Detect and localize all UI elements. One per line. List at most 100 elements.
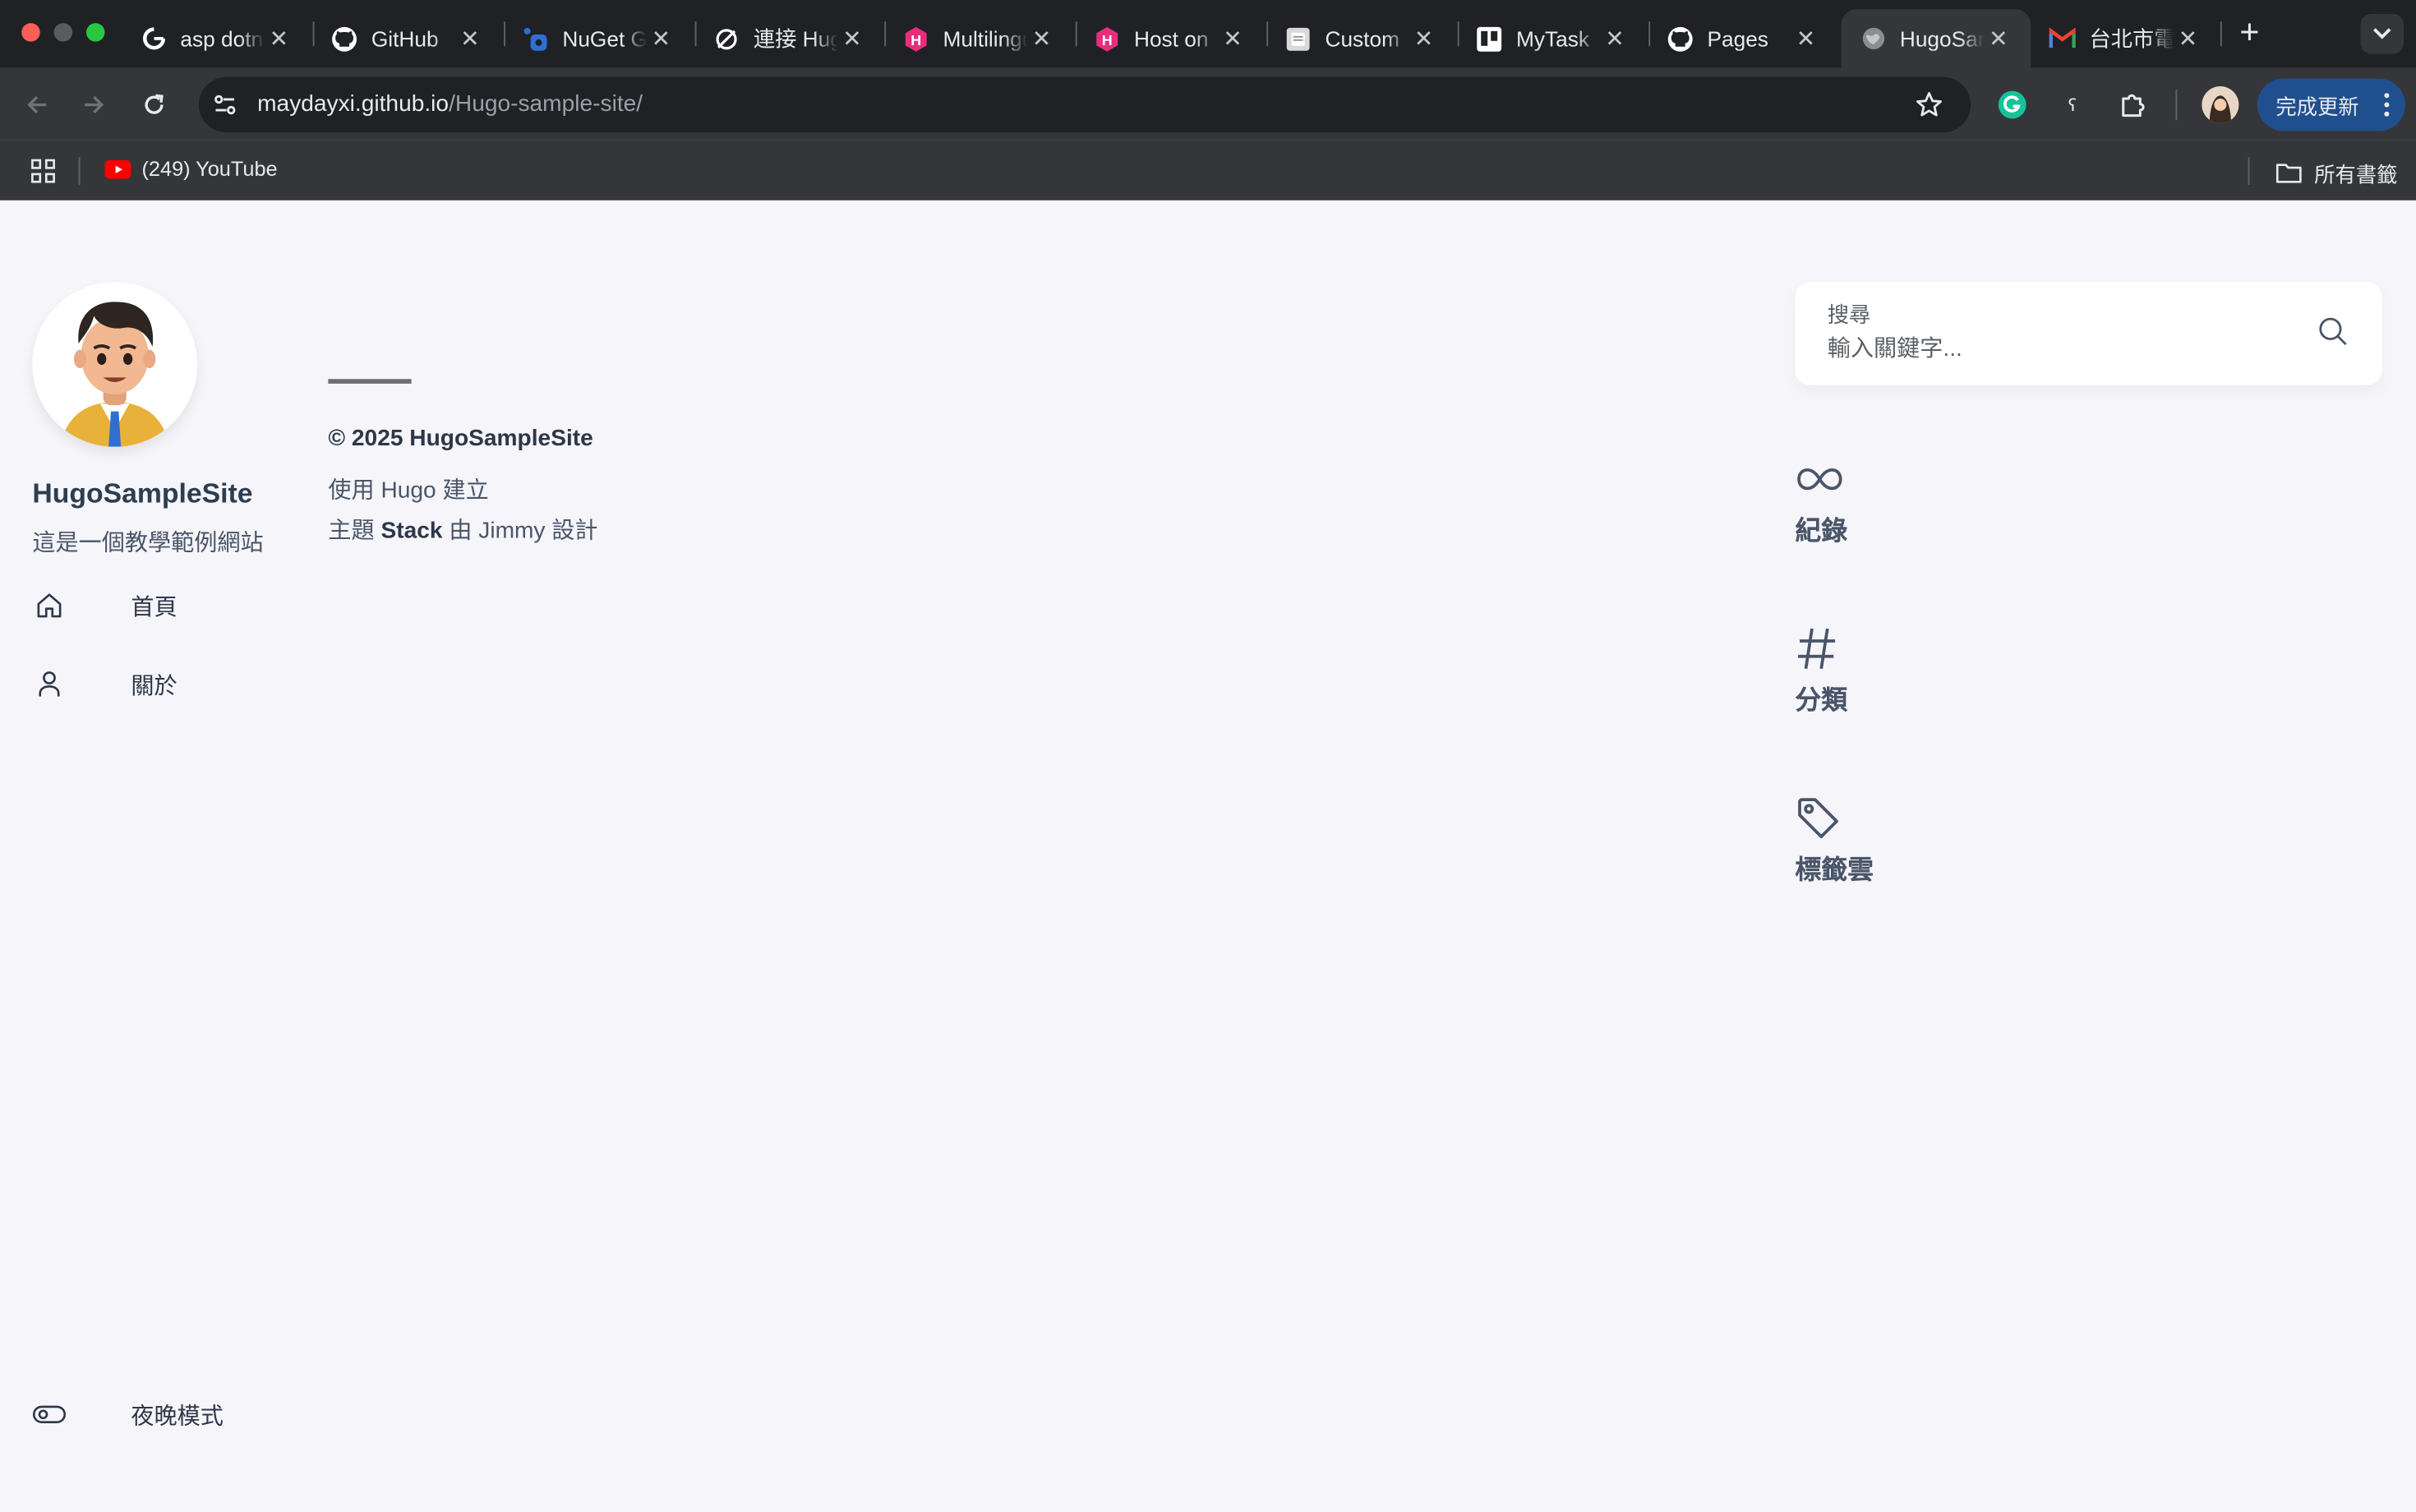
site-title[interactable]: HugoSampleSite	[32, 477, 252, 509]
trello-icon	[1476, 25, 1502, 52]
tab[interactable]: H Multilingual ✕	[884, 9, 1074, 67]
site-avatar[interactable]	[32, 282, 197, 447]
back-button[interactable]	[17, 85, 58, 125]
new-tab-button[interactable]: +	[2233, 13, 2266, 51]
footer-theme-link[interactable]: Stack	[380, 518, 442, 544]
menu-item-home[interactable]: 首頁	[32, 588, 178, 622]
tab-active[interactable]: HugoSampleSite ✕	[1841, 9, 2031, 68]
folder-icon	[2275, 162, 2302, 183]
hugo-icon: H	[903, 25, 929, 52]
close-window-button[interactable]	[21, 23, 40, 42]
minimize-window-button[interactable]	[53, 23, 73, 42]
footer-built-with: 使用 Hugo 建立	[328, 477, 489, 505]
bookmark-youtube[interactable]: (249) YouTube	[104, 157, 278, 180]
screen: asp dotnet ✕ GitHub ✕ NuGet Gallery ✕ 連接…	[0, 0, 2416, 1512]
footer-theme: 主題 Stack 由 Jimmy 設計	[328, 513, 597, 545]
tab[interactable]: GitHub ✕	[313, 9, 503, 67]
tab[interactable]: 連接 Hugo ✕	[695, 9, 885, 67]
document-icon	[1285, 25, 1312, 52]
footer-theme-prefix: 主題	[328, 518, 381, 544]
apps-grid-icon[interactable]	[31, 159, 56, 191]
close-tab-icon[interactable]: ✕	[1219, 25, 1247, 53]
arrow-right-icon	[85, 95, 104, 114]
update-button[interactable]: 完成更新	[2257, 78, 2405, 131]
search-icon[interactable]	[2316, 315, 2349, 357]
widget-archives[interactable]: 紀錄	[1795, 454, 1980, 547]
infinity-icon	[1795, 454, 1844, 504]
site-info-icon[interactable]	[213, 93, 237, 125]
dark-mode-label: 夜晚模式	[131, 1403, 224, 1430]
search-widget[interactable]: 搜尋	[1795, 282, 2382, 385]
arrow-left-icon	[27, 95, 47, 114]
close-tab-icon[interactable]: ✕	[1410, 25, 1438, 53]
tab[interactable]: H Host on ✕	[1076, 9, 1266, 67]
grammarly-extension-button[interactable]	[1992, 85, 2032, 125]
close-tab-icon[interactable]: ✕	[456, 25, 484, 53]
site-description: 這是一個教學範例網站	[32, 530, 264, 556]
bookmark-star-icon[interactable]	[1916, 91, 1943, 127]
close-tab-icon[interactable]: ✕	[648, 25, 675, 53]
google-icon	[141, 25, 167, 52]
footer-theme-suffix: 由 Jimmy 設計	[442, 518, 598, 544]
tab[interactable]: Custom ✕	[1266, 9, 1456, 67]
link-icon	[713, 25, 740, 52]
footer-divider	[328, 379, 412, 384]
widget-categories[interactable]: 分類	[1795, 624, 1980, 717]
search-input[interactable]	[1827, 331, 2290, 366]
profile-avatar[interactable]	[2202, 86, 2239, 123]
widget-tags[interactable]: 標籤雲	[1795, 794, 1980, 887]
url-text[interactable]: maydayxi.github.io/Hugo-sample-site/	[257, 91, 643, 118]
close-tab-icon[interactable]: ✕	[2174, 25, 2202, 53]
close-tab-icon[interactable]: ✕	[1792, 25, 1820, 53]
extensions-menu-button[interactable]	[2113, 85, 2153, 125]
nuget-icon	[523, 25, 549, 52]
tab-title: NuGet Gallery	[562, 25, 648, 51]
tab-title: MyTask	[1516, 25, 1589, 51]
close-tab-icon[interactable]: ✕	[1028, 25, 1056, 53]
close-tab-icon[interactable]: ✕	[265, 25, 293, 53]
tab-title: Pages	[1707, 25, 1768, 51]
tab[interactable]: MyTask ✕	[1458, 9, 1648, 67]
tab-search-button[interactable]	[2360, 13, 2404, 54]
update-button-label: 完成更新	[2275, 95, 2359, 119]
tab-strip: asp dotnet ✕ GitHub ✕ NuGet Gallery ✕ 連接…	[0, 0, 2416, 68]
extension-button[interactable]: ʕ	[2053, 85, 2093, 125]
widget-title: 紀錄	[1795, 516, 1848, 546]
maximize-window-button[interactable]	[86, 23, 105, 42]
close-tab-icon[interactable]: ✕	[1601, 25, 1629, 53]
tab[interactable]: Pages ✕	[1648, 9, 1838, 67]
browser-toolbar: maydayxi.github.io/Hugo-sample-site/ ʕ 完…	[0, 67, 2416, 141]
home-icon	[32, 588, 66, 622]
chevron-down-icon	[2373, 28, 2391, 39]
more-vert-icon	[2384, 93, 2391, 122]
puzzle-icon	[2122, 94, 2145, 118]
tab-title: 台北市電	[2089, 25, 2174, 51]
url-host: maydayxi.github.io	[257, 90, 450, 118]
github-icon	[331, 25, 357, 52]
menu-item-about[interactable]: 關於	[32, 667, 178, 701]
page-content: HugoSampleSite 這是一個教學範例網站 首頁 關於 夜晚模式 © 2…	[0, 200, 2416, 1512]
svg-text:H: H	[911, 31, 921, 48]
footer-copyright: © 2025 HugoSampleSite	[328, 425, 593, 452]
grammarly-icon	[1998, 90, 2026, 119]
extension-badge-icon: ʕ	[2068, 95, 2077, 115]
tab[interactable]: 台北市電 ✕	[2031, 9, 2220, 67]
youtube-icon	[104, 159, 131, 178]
reload-button[interactable]	[134, 85, 174, 125]
menu-item-label: 關於	[131, 672, 178, 699]
close-tab-icon[interactable]: ✕	[1985, 25, 2013, 53]
reload-icon	[145, 94, 164, 114]
tab[interactable]: asp dotnet ✕	[122, 9, 311, 67]
tab[interactable]: NuGet Gallery ✕	[504, 9, 694, 67]
svg-text:ʕ: ʕ	[2068, 95, 2077, 115]
globe-icon	[1860, 25, 1886, 52]
url-path: /Hugo-sample-site/	[449, 90, 643, 118]
forward-button[interactable]	[74, 85, 114, 125]
dark-mode-toggle[interactable]: 夜晚模式	[32, 1398, 224, 1431]
all-bookmarks-button[interactable]: 所有書籤	[2275, 157, 2398, 188]
address-bar[interactable]: maydayxi.github.io/Hugo-sample-site/	[198, 76, 1971, 133]
gmail-icon	[2049, 25, 2076, 52]
tab-title: HugoSampleSite	[1899, 25, 1985, 51]
toggle-icon	[32, 1398, 67, 1431]
close-tab-icon[interactable]: ✕	[838, 25, 866, 53]
